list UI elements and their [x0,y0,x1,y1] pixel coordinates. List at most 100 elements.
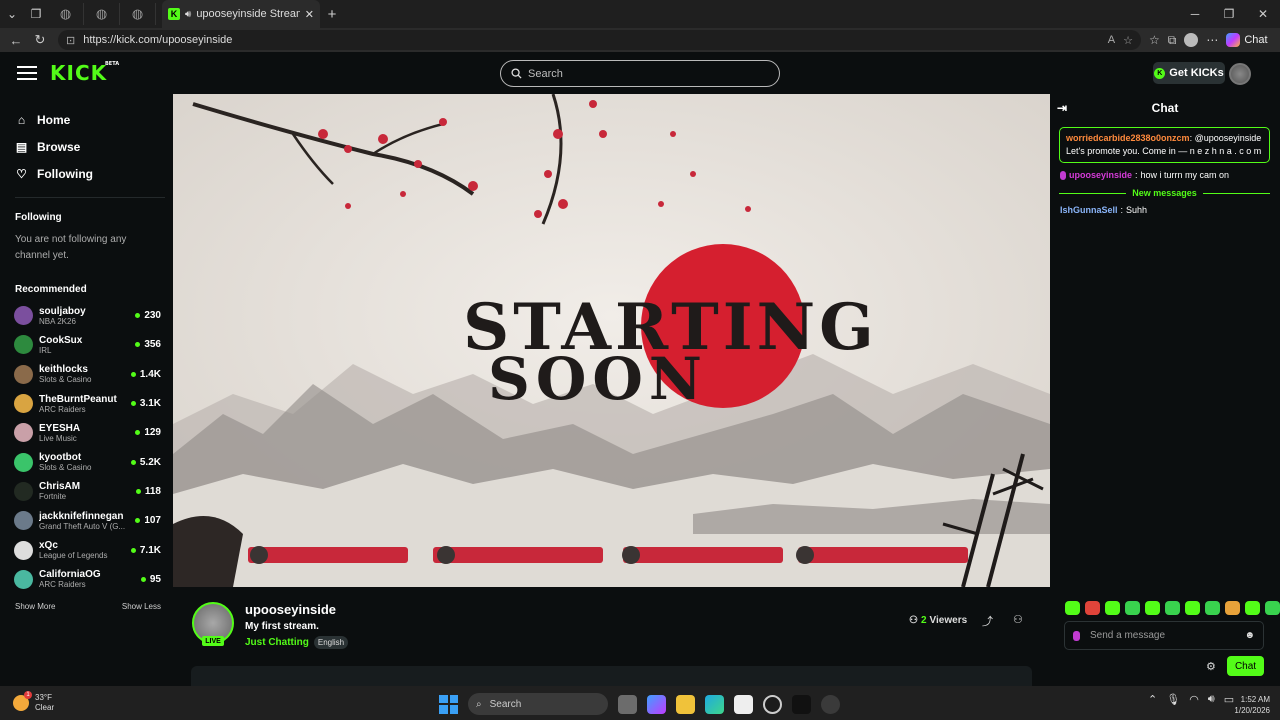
recommended-channel[interactable]: CaliforniaOG ARC Raiders 95 [0,565,173,594]
emote-bar [1065,601,1280,615]
taskbar-search[interactable]: ⌕ Search [468,693,608,715]
recommended-channel[interactable]: TheBurntPeanut ARC Raiders 3.1K [0,389,173,418]
channel-avatar [14,569,33,589]
new-messages-divider[interactable]: New messages [1059,188,1271,198]
recommended-channel-category: Slots & Casino [39,375,92,385]
profile-icon[interactable] [1184,33,1199,47]
emoji-picker-icon[interactable]: ☻ [1244,630,1255,641]
copilot-chat-button[interactable]: Chat [1226,33,1268,47]
emote-icon[interactable] [1125,601,1140,615]
clock[interactable]: 1:52 AM 1/20/2026 [1224,694,1270,716]
more-icon[interactable]: ⋯ [1206,33,1218,47]
favorites-icon[interactable]: ☆ [1149,33,1160,47]
recommended-channel[interactable]: keithlocks Slots & Casino 1.4K [0,360,173,389]
weather-widget[interactable]: 1 33°F Clear [13,691,54,713]
get-kicks-label: Get KICKs [1169,67,1224,79]
viewers-icon: ⚇ [909,615,918,626]
recommended-channel[interactable]: ChrisAM Fortnite 118 [0,477,173,506]
url-text: https://kick.com/upooseyinside [83,34,233,46]
get-kicks-button[interactable]: K Get KICKs [1153,62,1225,84]
video-player[interactable]: STARTING SOON [173,94,1050,587]
user-avatar[interactable] [1229,63,1251,85]
emote-icon[interactable] [1205,601,1220,615]
chat-username[interactable]: worriedcarbide2838o0onzcm [1066,133,1190,143]
active-tab[interactable]: K 🔊︎ upooseyinside Stream - Watch ✕ [162,0,320,28]
share-icon[interactable]: ⤴ [982,613,993,629]
kick-logo[interactable]: KICK BETA [50,61,119,85]
recommended-channel-category: League of Legends [39,551,108,561]
emote-icon[interactable] [1245,601,1260,615]
chat-message-input[interactable] [1090,630,1235,641]
edge-icon[interactable] [705,694,724,714]
copilot-icon [1226,33,1241,47]
back-icon[interactable]: ← [4,33,28,48]
store-icon[interactable] [734,694,753,714]
obs-icon[interactable] [763,694,782,714]
workspaces-icon[interactable]: ❐ [24,2,48,26]
microphone-icon[interactable]: 🎙︎ [1166,693,1180,706]
recommended-channel-name: TheBurntPeanut [39,393,117,405]
sidebar-item-home[interactable]: ⌂ Home [15,106,173,133]
settings-app-icon[interactable] [821,694,840,714]
chat-settings-icon[interactable]: ⚙ [1206,660,1216,673]
start-icon[interactable] [439,694,458,714]
pinned-tab-icon[interactable]: ◍ [120,3,156,25]
emote-icon[interactable] [1145,601,1160,615]
language-tag[interactable]: English [313,636,349,649]
sidebar-item-browse[interactable]: ▤ Browse [15,133,173,160]
volume-icon[interactable]: 🔊︎ [1208,693,1215,706]
close-window-icon[interactable]: ✕ [1246,7,1280,21]
emote-icon[interactable] [1085,601,1100,615]
recommended-channel[interactable]: CookSux IRL 356 [0,330,173,359]
chat-username[interactable]: IshGunnaSell [1060,204,1118,217]
recommended-channel-viewers: 5.2K [139,456,161,468]
recommended-channel[interactable]: kyootbot Slots & Casino 5.2K [0,447,173,476]
close-tab-icon[interactable]: ✕ [305,8,314,21]
recommended-channel[interactable]: jackknifefinnegan Grand Theft Auto V (G..… [0,506,173,535]
pinned-tab-icon[interactable]: ◍ [84,3,120,25]
emote-icon[interactable] [1225,601,1240,615]
taskbar-search-label: Search [489,698,522,710]
new-tab-icon[interactable]: + [320,2,344,26]
show-more-button[interactable]: Show More [15,602,55,611]
follow-user-icon[interactable]: ⚇ [1013,613,1023,626]
refresh-icon[interactable]: ↻ [28,32,52,48]
recommended-channel[interactable]: EYESHA Live Music 129 [0,418,173,447]
tray-overflow-icon[interactable]: ⌃ [1148,693,1157,706]
weather-temperature: 33°F [35,693,52,702]
send-chat-button[interactable]: Chat [1227,656,1264,676]
address-bar[interactable]: ⊡ https://kick.com/upooseyinside A ☆ [58,30,1141,50]
restore-icon[interactable]: ❐ [1212,7,1246,21]
recommended-channel[interactable]: souljaboy NBA 2K26 230 [0,301,173,330]
chat-username[interactable]: upooseyinside [1069,169,1132,182]
collapse-chat-icon[interactable]: ⇥ [1057,101,1067,115]
file-explorer-icon[interactable] [676,694,695,714]
black-app-icon[interactable] [792,694,811,714]
emote-icon[interactable] [1065,601,1080,615]
show-less-button[interactable]: Show Less [122,602,161,611]
pinned-tab-icon[interactable]: ◍ [48,3,84,25]
tab-actions-icon[interactable]: ⌄ [0,2,24,26]
emote-icon[interactable] [1165,601,1180,615]
menu-icon[interactable] [17,66,37,80]
speaker-icon[interactable]: 🔊︎ [185,9,191,20]
copilot-app-icon[interactable] [647,694,666,714]
category-link[interactable]: Just Chatting [245,637,309,648]
emote-icon[interactable] [1265,601,1280,615]
emote-icon[interactable] [1185,601,1200,615]
recommended-channel[interactable]: xQc League of Legends 7.1K [0,535,173,564]
extensions-icon[interactable]: ⧉ [1168,33,1177,48]
wifi-icon[interactable]: ◠ [1189,693,1199,706]
sidebar-item-following[interactable]: ♡ Following [15,160,173,187]
task-view-icon[interactable] [618,694,637,714]
channel-name[interactable]: upooseyinside [245,602,336,617]
site-info-icon[interactable]: ⊡ [66,34,75,47]
minimize-icon[interactable]: ─ [1178,7,1212,21]
recommended-channel-viewers: 118 [144,485,161,497]
emote-icon[interactable] [1105,601,1120,615]
favorite-star-icon[interactable]: ☆ [1123,34,1133,47]
search-input[interactable] [528,67,768,80]
search-bar[interactable] [500,60,780,87]
channel-avatar [14,394,33,414]
read-aloud-icon[interactable]: A [1108,34,1115,46]
